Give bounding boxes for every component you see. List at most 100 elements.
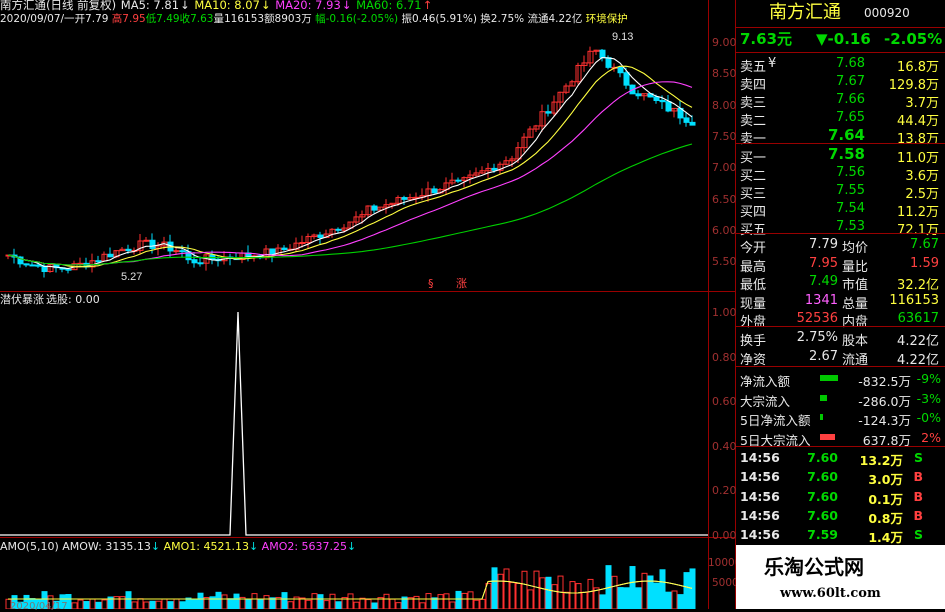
tick-volume: 0.8万 [868,510,903,526]
amo-bar [425,593,432,609]
amo-bar [587,578,594,609]
amo2-arrow-icon: ↓ [347,540,357,553]
money-value: -286.0万 [858,393,911,409]
amo-bar [89,598,96,609]
amo-bar [611,575,618,609]
amo-volume-chart[interactable] [0,555,708,609]
candle-body [41,265,48,273]
amo-bar [335,601,342,609]
candle-body [665,101,672,112]
money-bar [820,394,827,401]
candle-body [95,260,102,263]
amo-bar [677,594,684,609]
amo-bar [641,572,648,609]
sell-row[interactable]: 卖四 7.67 129.8万 [736,71,945,93]
tick-time: 14:56 [740,527,780,543]
name-divider [736,27,945,28]
amo-bar [623,587,630,609]
amo-amow: AMOW: 3135.13 [62,540,151,553]
sell-row[interactable]: 卖二 7.65 44.4万 [736,107,945,129]
indicator-chart[interactable] [0,292,708,537]
money-bar [820,433,835,440]
sell-row[interactable]: 卖三 7.66 3.7万 [736,89,945,111]
tick-price: 7.59 [807,527,838,543]
buy-row[interactable]: 买二 7.56 3.6万 [736,162,945,184]
amo-bar [629,566,636,609]
ma20-label: MA20: 7.93 [275,0,341,12]
candle-body [371,205,378,211]
watermark-url: www.60lt.com [780,586,881,601]
quote-price: 7.63元 [740,30,793,48]
amo-bar [389,598,396,609]
info-close: 收7.63 [179,13,214,25]
money-value: -124.3万 [858,413,911,428]
amo-bar [479,598,486,609]
info-date: 2020/09/07/一 [0,13,75,25]
money-pct: -3% [916,390,941,406]
sell-row[interactable]: 卖一 7.64 13.8万 [736,125,945,147]
candle-body [335,228,342,231]
stats-row: 最低 7.49 市值 32.2亿 [736,271,945,293]
tick-price: 7.60 [807,450,838,465]
money-label: 5日净流入额 [740,413,811,428]
tick-time: 14:56 [740,450,780,465]
candle-body [617,66,624,74]
amo-ytick-5000: 5000 [712,577,739,589]
info-amplitude: 振0.46(5.91%) [401,13,477,25]
amo-bar [683,572,690,609]
candlestick-chart[interactable]: 9.13 5.27 [0,28,708,292]
amo-bar [455,590,462,609]
ma60-arrow-icon: ↑ [422,0,433,12]
indicator-spike-line [0,311,708,536]
tick-row: 14:56 7.60 0.1万 B [736,487,945,507]
amo-title: AMO(5,10) [0,540,59,553]
money-divider [736,446,945,447]
amo-bar [533,570,540,609]
money-pct: 2% [921,429,941,445]
stats-row: 最高 7.95 量比 1.59 [736,253,945,275]
ma10-arrow-icon: ↓ [260,0,271,12]
amo-bar [671,590,678,609]
info-concept[interactable]: 环境保护 [586,13,628,25]
money-flow-row: 大宗流入 -286.0万 -3% [736,389,945,409]
amo-bar [545,576,552,609]
tick-row: 14:56 7.60 3.0万 B [736,467,945,487]
candle-body [605,57,612,68]
amo-bar [257,599,264,609]
buy-row[interactable]: 买一 7.58 11.0万 [736,144,945,166]
tick-price: 7.60 [807,507,838,523]
candle-body [281,247,288,251]
amo-bar [431,597,438,609]
indicator-axis-tick: 0.00 [712,528,737,542]
buy-price: 7.55 [836,183,865,198]
tick-row: 14:56 7.60 0.8万 B [736,506,945,526]
info-high: 高7.95 [111,13,146,25]
amo-bar [77,599,84,609]
buy-row[interactable]: 买四 7.54 11.2万 [736,198,945,220]
sell-row[interactable]: 卖五 ¥ 7.68 16.8万 [736,53,945,75]
amo-bar [221,594,228,609]
amo-bar [353,601,360,609]
amo-bar [635,587,642,609]
stat-value: 7.49 [809,274,838,289]
amo-bar [443,593,450,609]
price-axis-tick: 8.00 [712,98,737,112]
buy-row[interactable]: 买三 7.55 2.5万 [736,180,945,202]
amo-bar [95,601,102,609]
money-label: 净流入额 [740,374,791,389]
signal-zhang-label: 涨 [456,277,467,290]
price-axis-tick: 9.00 [712,36,737,49]
tick-price: 7.60 [807,488,838,504]
ma10-label: MA10: 8.07 [194,0,260,12]
amo-bar [449,601,456,609]
sell-price: 7.66 [836,92,865,107]
buy-price: 7.56 [836,165,865,180]
amo-bar [419,602,426,609]
amo-bar [437,594,444,609]
tick-side: S [913,527,923,543]
candle-body [623,72,630,86]
candle-body [35,264,42,267]
info-low: 低7.49 [145,13,180,25]
amo-bar [251,593,258,609]
candle-body [23,263,30,266]
